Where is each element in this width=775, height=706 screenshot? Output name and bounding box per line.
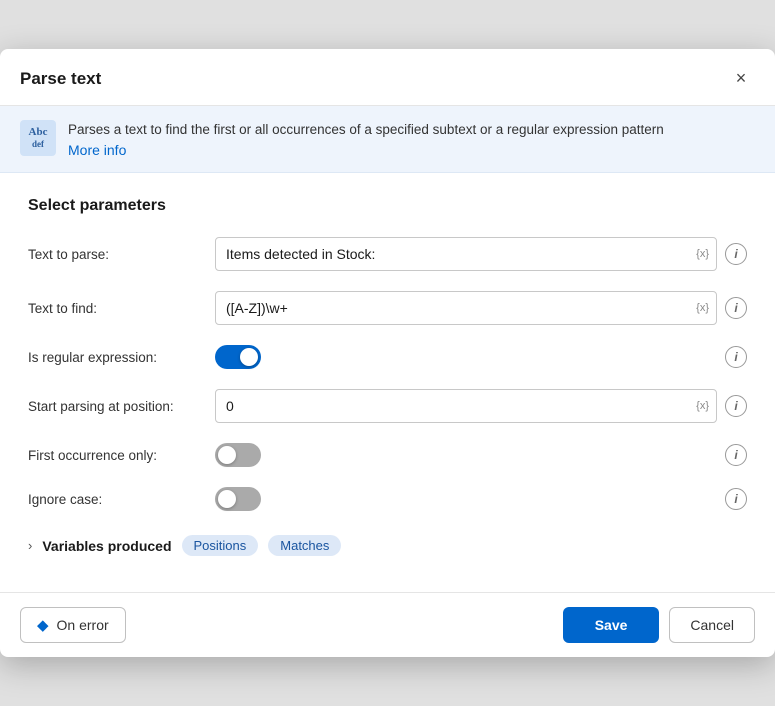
- banner-description: Parses a text to find the first or all o…: [68, 120, 664, 140]
- ignore-case-slider: [215, 487, 261, 511]
- ignore-case-row: Ignore case: i: [28, 487, 747, 511]
- text-to-find-input[interactable]: [215, 291, 717, 325]
- text-to-parse-label: Text to parse:: [28, 247, 203, 262]
- first-occurrence-slider: [215, 443, 261, 467]
- is-regex-slider: [215, 345, 261, 369]
- start-parsing-wrapper: {x}: [215, 389, 717, 423]
- text-to-find-row: Text to find: {x} i: [28, 291, 747, 325]
- is-regex-row: Is regular expression: i: [28, 345, 747, 369]
- text-to-find-control: {x} i: [215, 291, 747, 325]
- more-info-link[interactable]: More info: [68, 142, 664, 158]
- text-to-find-info-icon[interactable]: i: [725, 297, 747, 319]
- ignore-case-toggle[interactable]: [215, 487, 261, 511]
- text-to-find-wrapper: {x}: [215, 291, 717, 325]
- text-to-parse-row: Text to parse: {x} i: [28, 237, 747, 271]
- is-regex-label: Is regular expression:: [28, 350, 203, 365]
- text-to-parse-wrapper: {x}: [215, 237, 717, 271]
- text-to-parse-info-icon[interactable]: i: [725, 243, 747, 265]
- text-to-parse-control: {x} i: [215, 237, 747, 271]
- text-to-parse-input[interactable]: [215, 237, 717, 271]
- variables-produced-label: Variables produced: [42, 538, 171, 554]
- is-regex-control: i: [215, 345, 747, 369]
- first-occurrence-info-icon[interactable]: i: [725, 444, 747, 466]
- first-occurrence-toggle[interactable]: [215, 443, 261, 467]
- shield-icon: ◆: [37, 616, 49, 634]
- positions-badge: Positions: [182, 535, 259, 556]
- ignore-case-info-icon[interactable]: i: [725, 488, 747, 510]
- start-parsing-label: Start parsing at position:: [28, 399, 203, 414]
- info-icon: Abcdef: [20, 120, 56, 156]
- save-button[interactable]: Save: [563, 607, 660, 643]
- dialog-footer: ◆ On error Save Cancel: [0, 592, 775, 657]
- dialog-header: Parse text ×: [0, 49, 775, 106]
- footer-actions: Save Cancel: [563, 607, 755, 643]
- parse-text-dialog: Parse text × Abcdef Parses a text to fin…: [0, 49, 775, 657]
- dialog-body: Select parameters Text to parse: {x} i T…: [0, 173, 775, 592]
- matches-badge: Matches: [268, 535, 341, 556]
- ignore-case-control: i: [215, 487, 747, 511]
- banner-content: Parses a text to find the first or all o…: [68, 120, 664, 158]
- first-occurrence-row: First occurrence only: i: [28, 443, 747, 467]
- is-regex-toggle[interactable]: [215, 345, 261, 369]
- on-error-button[interactable]: ◆ On error: [20, 607, 126, 643]
- start-parsing-control: {x} i: [215, 389, 747, 423]
- ignore-case-label: Ignore case:: [28, 492, 203, 507]
- cancel-button[interactable]: Cancel: [669, 607, 755, 643]
- chevron-right-icon[interactable]: ›: [28, 538, 32, 553]
- info-banner: Abcdef Parses a text to find the first o…: [0, 106, 775, 173]
- first-occurrence-label: First occurrence only:: [28, 448, 203, 463]
- text-to-find-label: Text to find:: [28, 301, 203, 316]
- start-parsing-row: Start parsing at position: {x} i: [28, 389, 747, 423]
- variables-produced-row: › Variables produced Positions Matches: [28, 531, 747, 556]
- is-regex-info-icon[interactable]: i: [725, 346, 747, 368]
- start-parsing-input[interactable]: [215, 389, 717, 423]
- start-parsing-info-icon[interactable]: i: [725, 395, 747, 417]
- first-occurrence-control: i: [215, 443, 747, 467]
- section-title: Select parameters: [28, 197, 747, 215]
- close-button[interactable]: ×: [727, 65, 755, 93]
- on-error-label: On error: [57, 617, 109, 633]
- dialog-title: Parse text: [20, 69, 101, 89]
